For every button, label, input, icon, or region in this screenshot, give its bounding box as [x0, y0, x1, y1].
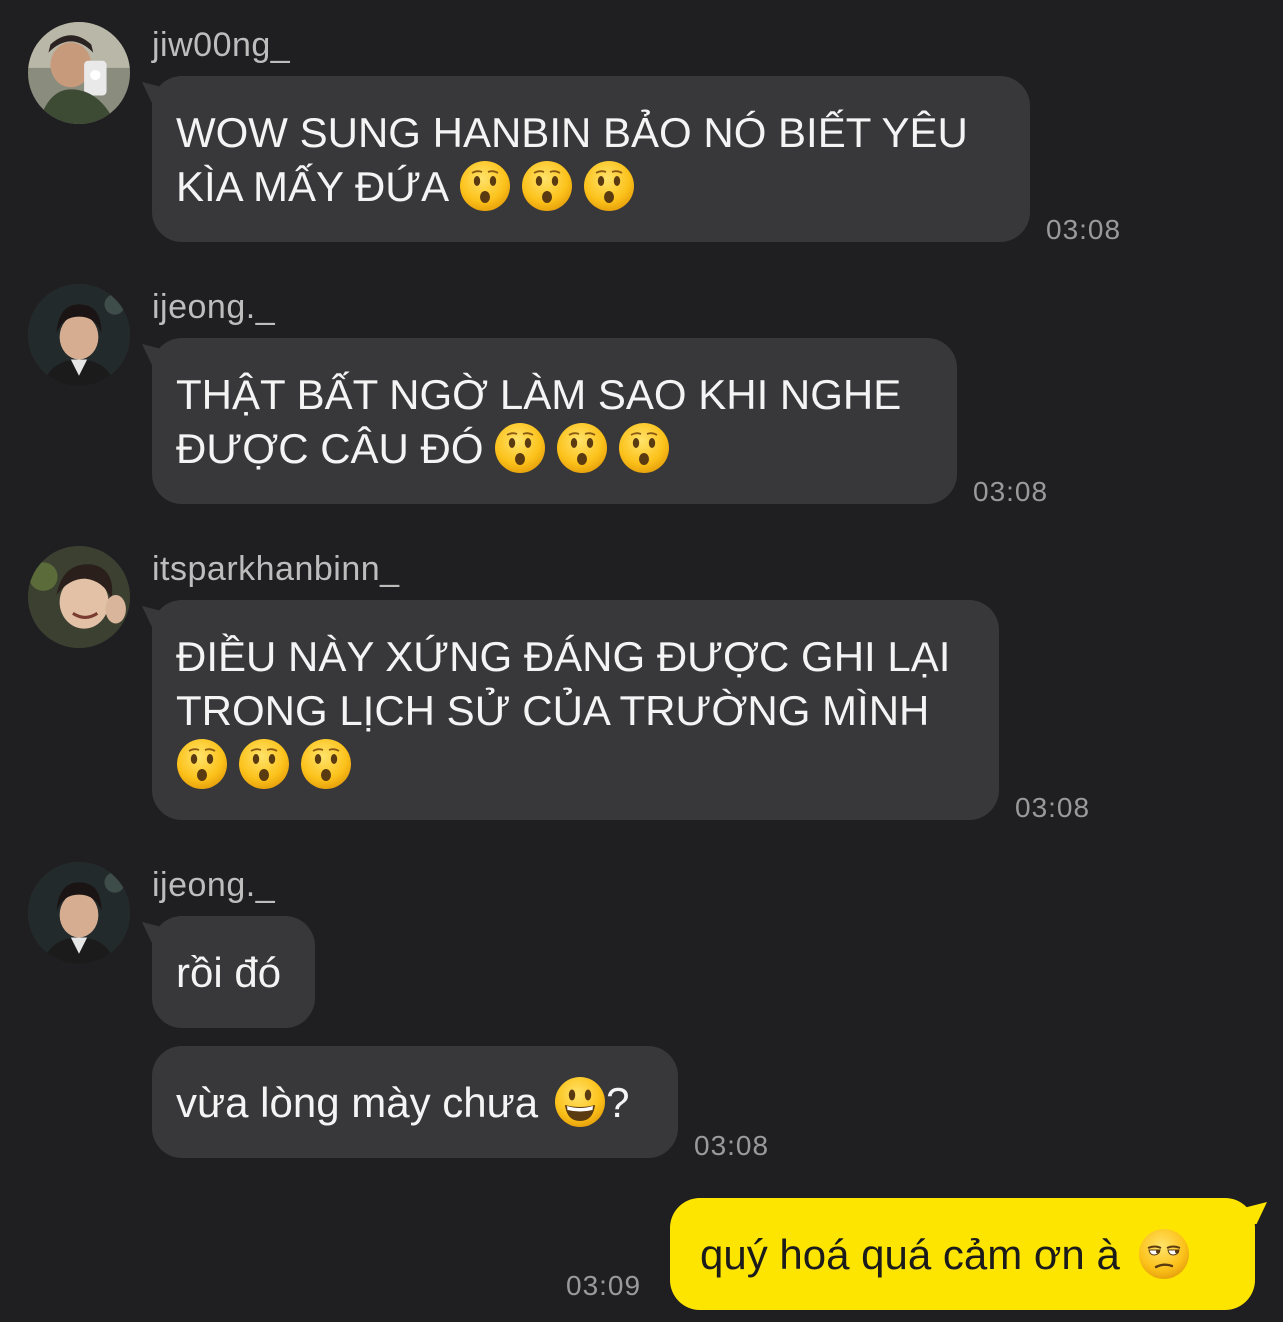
sender-name: itsparkhanbinn_: [152, 550, 400, 588]
outgoing-message-bubble[interactable]: quý hoá quá cảm ơn à: [670, 1198, 1267, 1310]
hushed-face-icon: [556, 422, 608, 474]
message-text-line-with-emoji: vừa lòng mày chưa?: [176, 1076, 654, 1132]
message-text-line: quý hoá quá cảm ơn à: [700, 1231, 1120, 1278]
message-text-suffix: ?: [606, 1079, 630, 1126]
sender-name: ijeong._: [152, 866, 276, 904]
hushed-face-icon: [583, 160, 635, 212]
grinning-face-icon: [554, 1076, 606, 1128]
message-timestamp: 03:09: [566, 1270, 642, 1301]
user-avatar-photo-icon: [28, 284, 130, 386]
message-text-line: KÌA MẤY ĐỨA: [176, 163, 450, 210]
hushed-face-icon: [238, 738, 290, 790]
message-text-line: vừa lòng mày chưa: [176, 1079, 539, 1126]
unamused-face-icon: [1138, 1228, 1190, 1280]
message-text-line: TRONG LỊCH SỬ CỦA TRƯỜNG MÌNH: [176, 687, 930, 734]
avatar-ijeong[interactable]: [28, 862, 130, 964]
message-timestamp: 03:08: [1046, 214, 1122, 245]
message-text-line-with-emoji: ĐƯỢC CÂU ĐÓ: [176, 422, 933, 478]
message-bubble[interactable]: WOW SUNG HANBIN BẢO NÓ BIẾT YÊU KÌA MẤY …: [142, 76, 1030, 242]
message-text-line: rồi đó: [176, 949, 282, 996]
hushed-face-icon: [300, 738, 352, 790]
avatar-jiw00ng[interactable]: [28, 22, 130, 124]
emoji-line: [166, 738, 975, 794]
hushed-face-icon: [176, 738, 228, 790]
hushed-face-icon: [494, 422, 546, 474]
user-avatar-photo-icon: [28, 22, 130, 124]
message-bubble[interactable]: rồi đó: [142, 916, 315, 1028]
message-timestamp: 03:08: [694, 1130, 770, 1161]
sender-name: jiw00ng_: [152, 26, 291, 64]
hushed-face-icon: [618, 422, 670, 474]
message-text-line: WOW SUNG HANBIN BẢO NÓ BIẾT YÊU: [176, 109, 968, 156]
hushed-face-icon: [459, 160, 511, 212]
sender-name: ijeong._: [152, 288, 276, 326]
message-text-line: THẬT BẤT NGỜ LÀM SAO KHI NGHE: [176, 371, 902, 418]
hushed-face-icon: [521, 160, 573, 212]
message-bubble[interactable]: ĐIỀU NÀY XỨNG ĐÁNG ĐƯỢC GHI LẠI TRONG LỊ…: [142, 600, 999, 820]
message-text-line-with-emoji: KÌA MẤY ĐỨA: [176, 160, 1006, 216]
user-avatar-photo-icon: [28, 862, 130, 964]
message-text-line-with-emoji: quý hoá quá cảm ơn à: [694, 1228, 1231, 1284]
message-timestamp: 03:08: [973, 476, 1049, 507]
message-text-line: ĐIỀU NÀY XỨNG ĐÁNG ĐƯỢC GHI LẠI: [176, 633, 951, 680]
message-bubble[interactable]: THẬT BẤT NGỜ LÀM SAO KHI NGHE ĐƯỢC CÂU Đ…: [142, 338, 957, 504]
avatar-ijeong[interactable]: [28, 284, 130, 386]
user-avatar-photo-icon: [28, 546, 130, 648]
avatar-itsparkhanbinn[interactable]: [28, 546, 130, 648]
message-bubble[interactable]: vừa lòng mày chưa?: [152, 1046, 678, 1158]
message-timestamp: 03:08: [1015, 792, 1091, 823]
message-text-line: ĐƯỢC CÂU ĐÓ: [176, 425, 484, 472]
